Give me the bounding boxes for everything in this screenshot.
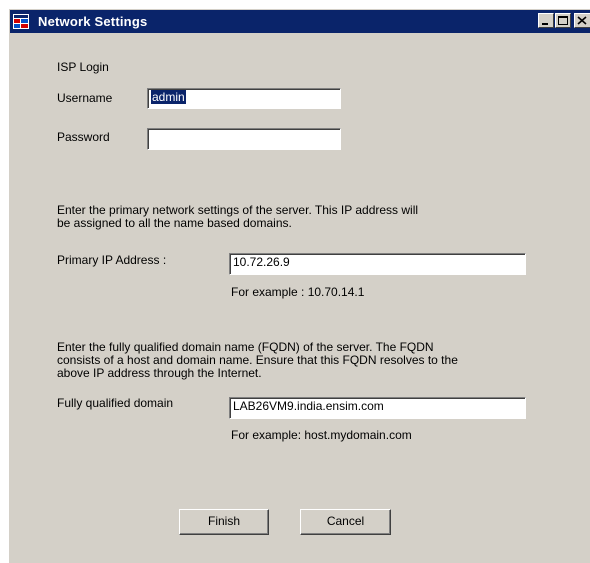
maximize-icon	[558, 16, 568, 25]
primary-ip-example: For example : 10.70.14.1	[231, 285, 365, 299]
title-bar[interactable]: Network Settings	[10, 10, 590, 33]
close-button[interactable]	[574, 13, 590, 28]
minimize-button[interactable]	[538, 13, 554, 28]
password-label: Password	[57, 130, 110, 144]
primary-ip-field[interactable]: 10.72.26.9	[229, 253, 526, 275]
cancel-button[interactable]: Cancel	[300, 509, 391, 535]
password-field[interactable]	[147, 128, 341, 150]
minimize-icon	[542, 23, 548, 25]
fqdn-description-line3: above IP address through the Internet.	[57, 366, 262, 380]
username-field[interactable]: admin	[147, 88, 341, 109]
username-value: admin	[151, 90, 186, 104]
primary-ip-label: Primary IP Address :	[57, 253, 167, 267]
finish-button[interactable]: Finish	[179, 509, 269, 535]
fqdn-value: LAB26VM9.india.ensim.com	[233, 399, 384, 413]
username-label: Username	[57, 91, 113, 105]
fqdn-field[interactable]: LAB26VM9.india.ensim.com	[229, 397, 526, 419]
network-settings-window: Network Settings ISP Login Username admi…	[9, 9, 590, 563]
app-icon	[13, 14, 29, 29]
window-title: Network Settings	[38, 14, 148, 29]
primary-ip-value: 10.72.26.9	[233, 255, 290, 269]
fqdn-example: For example: host.mydomain.com	[231, 428, 412, 442]
close-icon	[577, 16, 587, 25]
ip-description-line2: be assigned to all the name based domain…	[57, 216, 292, 230]
fqdn-label: Fully qualified domain	[57, 396, 174, 410]
isp-login-heading: ISP Login	[57, 60, 109, 74]
maximize-button[interactable]	[555, 13, 571, 28]
